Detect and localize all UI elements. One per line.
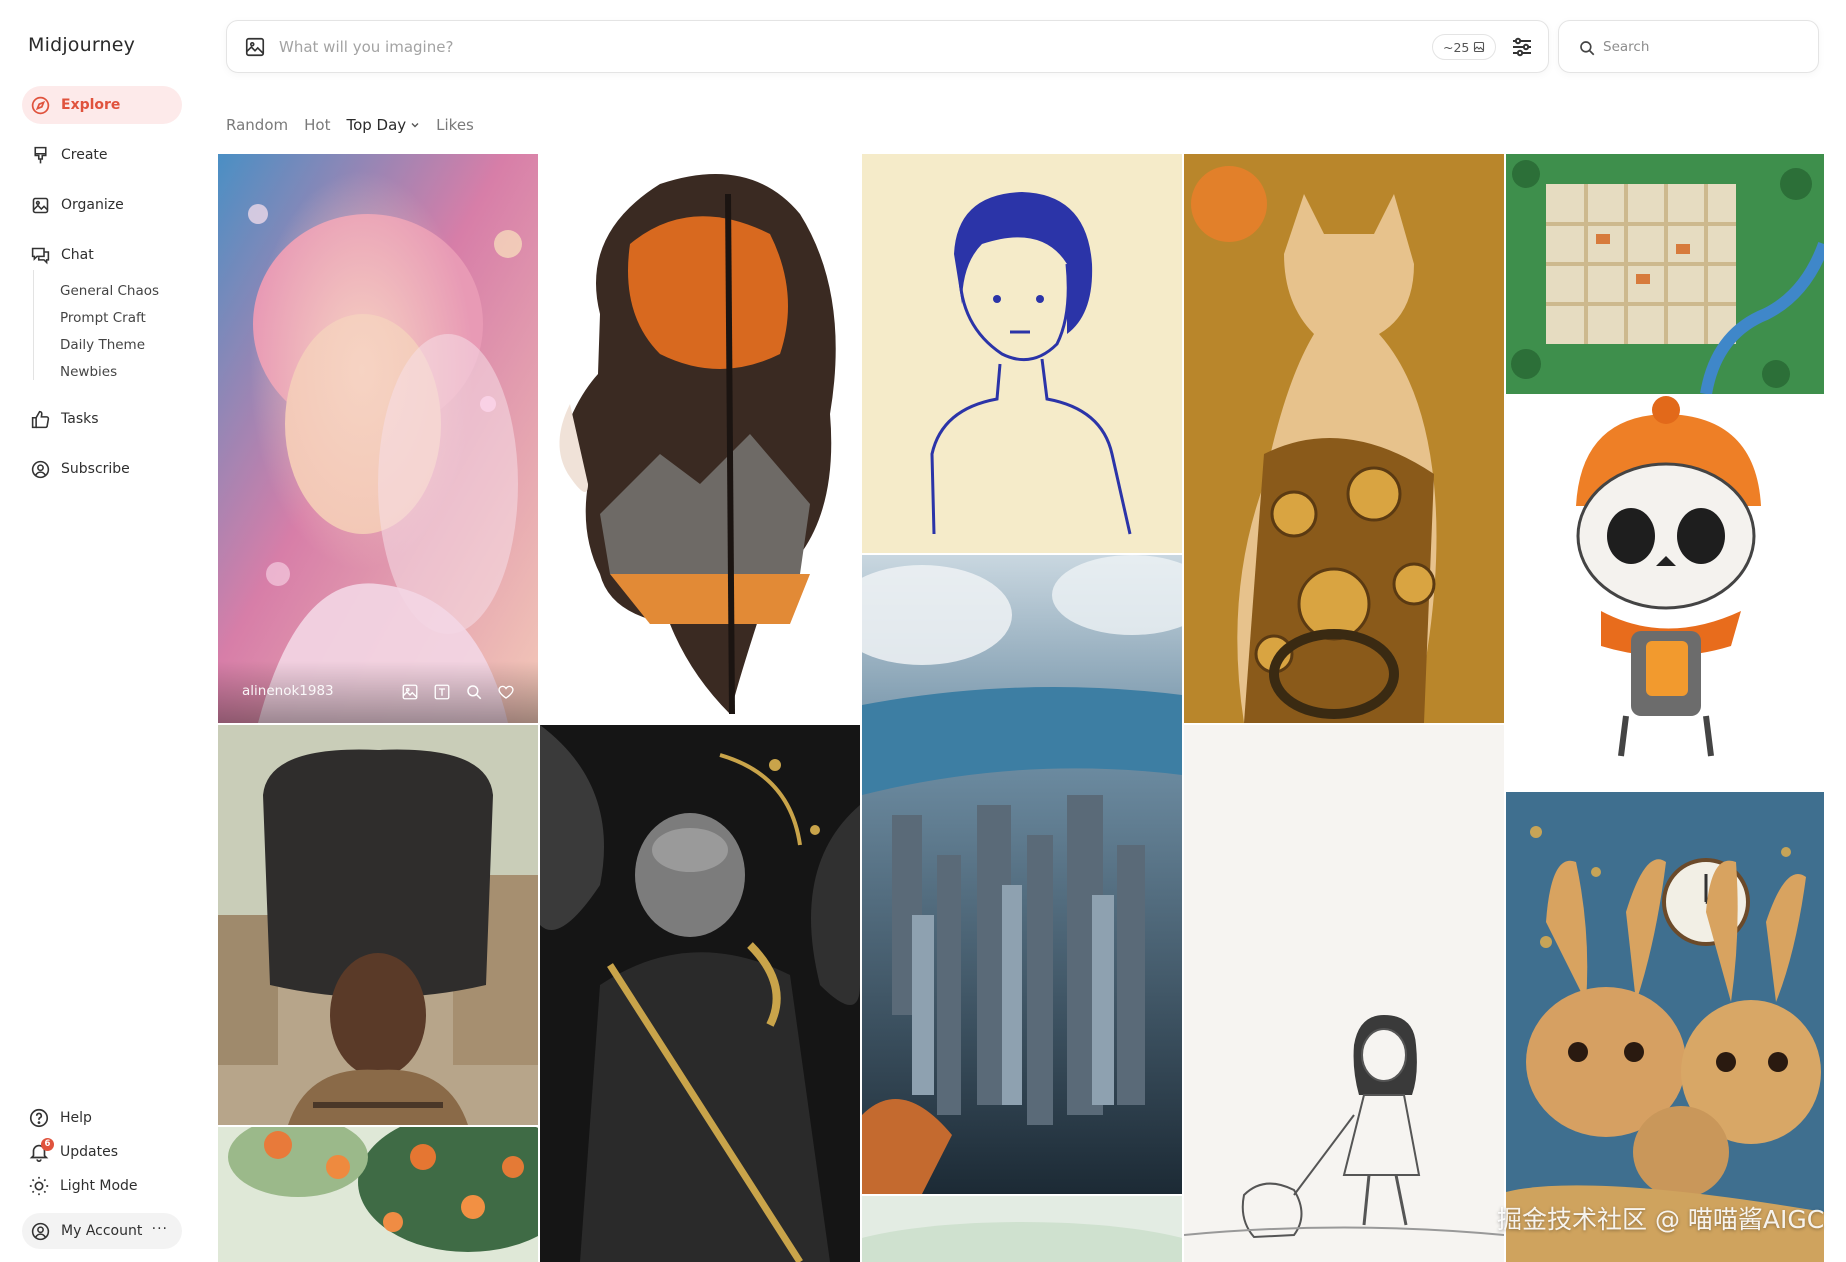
chat-room-daily-theme[interactable]: Daily Theme [60, 337, 145, 353]
sun-icon [29, 1176, 49, 1196]
bunnies-image [1506, 792, 1824, 1262]
search-box [1558, 20, 1819, 73]
gallery-tile-bunnies[interactable] [1506, 792, 1824, 1262]
girl-dog-sketch-image [1184, 725, 1504, 1262]
search-icon [1580, 41, 1595, 56]
use-image-icon[interactable] [401, 683, 419, 701]
sidebar-item-chat[interactable]: Chat [22, 236, 182, 274]
light-mode-toggle[interactable]: Light Mode [28, 1173, 138, 1199]
settings-sliders-icon[interactable] [1510, 35, 1534, 59]
prompt-input[interactable] [279, 33, 1179, 61]
gallery-tile-skeleton-juice[interactable] [1506, 396, 1824, 790]
sidebar-item-explore[interactable]: Explore [22, 86, 182, 124]
glitter-portrait-image [218, 154, 538, 723]
gallery-tile-fur-hat-man[interactable] [218, 725, 538, 1125]
generation-counter-value: ~25 [1443, 39, 1470, 55]
heart-icon[interactable] [497, 683, 515, 701]
light-mode-label: Light Mode [60, 1178, 138, 1194]
thumbs-up-icon [31, 410, 50, 428]
tile-author[interactable]: alinenok1983 [242, 683, 334, 699]
account-more-icon[interactable]: ··· [152, 1221, 168, 1237]
misty-green-image [862, 1196, 1182, 1262]
chevron-down-icon [411, 123, 419, 128]
chat-room-prompt-craft[interactable]: Prompt Craft [60, 310, 146, 326]
sidebar-item-label: Tasks [61, 411, 99, 427]
tab-random[interactable]: Random [226, 116, 288, 134]
use-text-icon[interactable] [433, 683, 451, 701]
tab-likes[interactable]: Likes [436, 116, 474, 134]
gallery-tile-monkey-king[interactable] [540, 725, 860, 1262]
help-circle-icon [29, 1108, 49, 1128]
image-small-icon [1474, 41, 1485, 53]
brush-icon [34, 146, 47, 163]
gallery-tile-glitter-portrait[interactable]: alinenok1983 [218, 154, 538, 723]
prompt-bar: ~25 [226, 20, 1549, 73]
gallery-tile-girl-dog-sketch[interactable] [1184, 725, 1504, 1262]
fur-hat-man-image [218, 725, 538, 1125]
sidebar-item-create[interactable]: Create [22, 136, 182, 174]
sidebar-item-label: Explore [61, 97, 121, 113]
tab-hot[interactable]: Hot [304, 116, 330, 134]
image-upload-icon[interactable] [244, 36, 266, 58]
sidebar-item-label: Organize [61, 197, 124, 213]
user-circle-icon [31, 460, 50, 478]
gallery-tile-map[interactable] [1506, 154, 1824, 394]
sidebar-item-organize[interactable]: Organize [22, 186, 182, 224]
gallery-tile-double-exposure[interactable] [540, 154, 860, 723]
chat-room-newbies[interactable]: Newbies [60, 364, 117, 380]
double-exposure-image [540, 154, 860, 723]
gallery-tile-misty-green[interactable] [862, 1196, 1182, 1262]
search-similar-icon[interactable] [465, 683, 483, 701]
account-label: My Account [61, 1223, 143, 1239]
account-icon [31, 1222, 50, 1240]
sidebar-item-tasks[interactable]: Tasks [22, 400, 182, 438]
updates-link[interactable]: 6 Updates [28, 1138, 118, 1165]
gallery-tile-aerial-city[interactable] [862, 555, 1182, 1194]
tab-top-day[interactable]: Top Day [346, 116, 420, 134]
city-map-image [1506, 154, 1824, 394]
monkey-king-image [540, 725, 860, 1262]
updates-label: Updates [60, 1144, 118, 1160]
help-link[interactable]: Help [28, 1105, 92, 1131]
compass-icon [31, 96, 50, 114]
sidebar-item-subscribe[interactable]: Subscribe [22, 450, 182, 488]
brand-title[interactable]: Midjourney [28, 34, 135, 56]
skeleton-juice-image [1506, 396, 1824, 790]
updates-badge: 6 [41, 1138, 54, 1151]
generation-counter[interactable]: ~25 [1432, 34, 1497, 60]
my-account-button[interactable]: My Account ··· [22, 1213, 182, 1249]
sidebar-item-label: Subscribe [61, 461, 130, 477]
updates-icon-wrap: 6 [28, 1138, 54, 1163]
image-icon [32, 197, 49, 213]
sort-tabs: Random Hot Top Day Likes [226, 116, 474, 134]
gallery-tile-klimt-cat[interactable] [1184, 154, 1504, 723]
help-label: Help [60, 1110, 92, 1126]
chat-room-general-chaos[interactable]: General Chaos [60, 283, 159, 299]
chat-subtree-line [33, 270, 34, 380]
sidebar: Midjourney Explore Create Organize Chat … [0, 0, 200, 1262]
watermark-text: 掘金技术社区 @ 喵喵酱AIGC [1497, 1205, 1825, 1234]
sidebar-item-label: Create [61, 147, 108, 163]
klimt-cat-image [1184, 154, 1504, 723]
orange-tree-image [218, 1127, 538, 1262]
line-sketch-image [862, 154, 1182, 553]
gallery-tile-orange-tree[interactable] [218, 1127, 538, 1262]
aerial-city-image [862, 555, 1182, 1194]
gallery-tile-line-sketch[interactable] [862, 154, 1182, 553]
sidebar-item-label: Chat [61, 247, 94, 263]
tab-top-day-label: Top Day [346, 116, 407, 134]
search-input[interactable] [1603, 35, 1803, 59]
midjourney-explore-page: Midjourney Explore Create Organize Chat … [0, 0, 1846, 1262]
chat-icon [31, 247, 50, 264]
